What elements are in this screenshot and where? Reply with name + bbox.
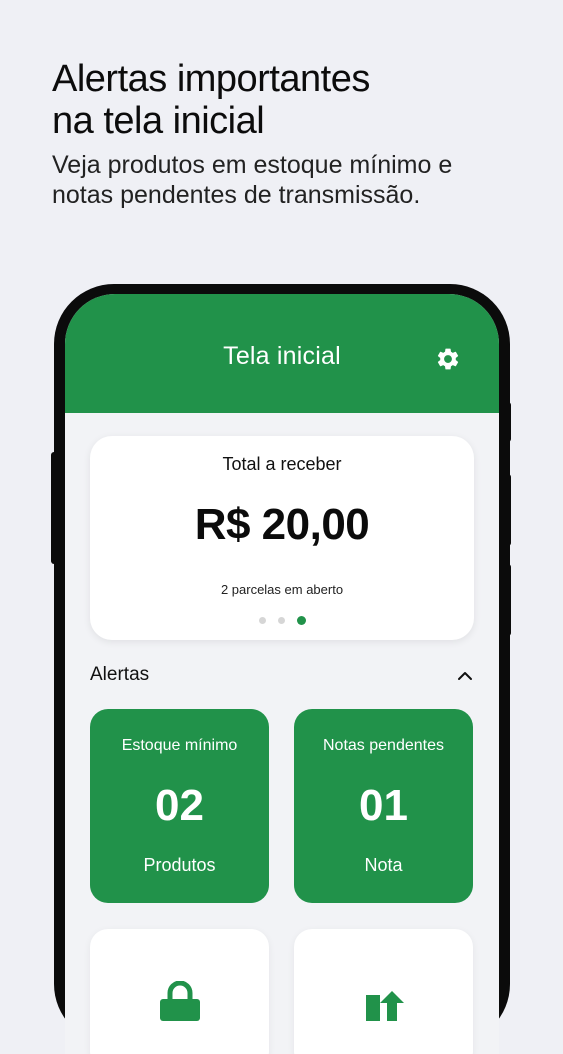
upload-arrow-icon [366,991,404,1021]
receivable-label: Total a receber [222,454,342,474]
alert-tile-title: Estoque mínimo [121,737,238,754]
shortcut-tile-sales[interactable] [90,929,269,1054]
alert-tile-count: 01 [359,781,408,830]
promo-subtitle-line1: Veja produtos em estoque mínimo e [52,151,453,179]
receivable-value: R$ 20,00 [194,500,370,549]
alert-tile-unit: Produtos [143,855,216,875]
alert-tile-count: 02 [155,781,204,830]
promo-subtitle-line2: notas pendentes de transmissão. [52,181,421,209]
phone-frame: Tela inicial Total a receber R$ 20,00 2 … [54,284,510,1054]
app-bar: Tela inicial [65,294,499,413]
promo-headline: Alertas importantes na tela inicial [52,58,532,142]
alert-tile-minimum-stock[interactable]: Estoque mínimo 02 Produtos [90,709,269,903]
carousel-indicator [90,612,474,626]
carousel-dot-active[interactable] [296,616,306,626]
promo-headline-line2: na tela inicial [52,100,265,142]
alert-tile-pending-notes[interactable]: Notas pendentes 01 Nota [294,709,473,903]
alert-tile-title: Notas pendentes [323,737,444,754]
gear-icon[interactable] [435,346,461,372]
alerts-section-title: Alertas [90,664,150,685]
chevron-up-icon[interactable] [457,668,473,684]
alert-tile-unit: Nota [364,855,403,875]
shortcut-tile-transmit[interactable] [294,929,473,1054]
shopping-bag-icon [160,981,200,1021]
page-title: Tela inicial [223,342,341,370]
promo-subtitle: Veja produtos em estoque mínimo e notas … [52,150,542,210]
carousel-dot[interactable] [258,617,266,625]
receivable-card[interactable]: Total a receber R$ 20,00 2 parcelas em a… [90,436,474,640]
carousel-dot[interactable] [277,617,285,625]
receivable-subtitle: 2 parcelas em aberto [220,582,344,597]
phone-screen: Tela inicial Total a receber R$ 20,00 2 … [65,294,499,1054]
promo-headline-line1: Alertas importantes [52,58,370,100]
